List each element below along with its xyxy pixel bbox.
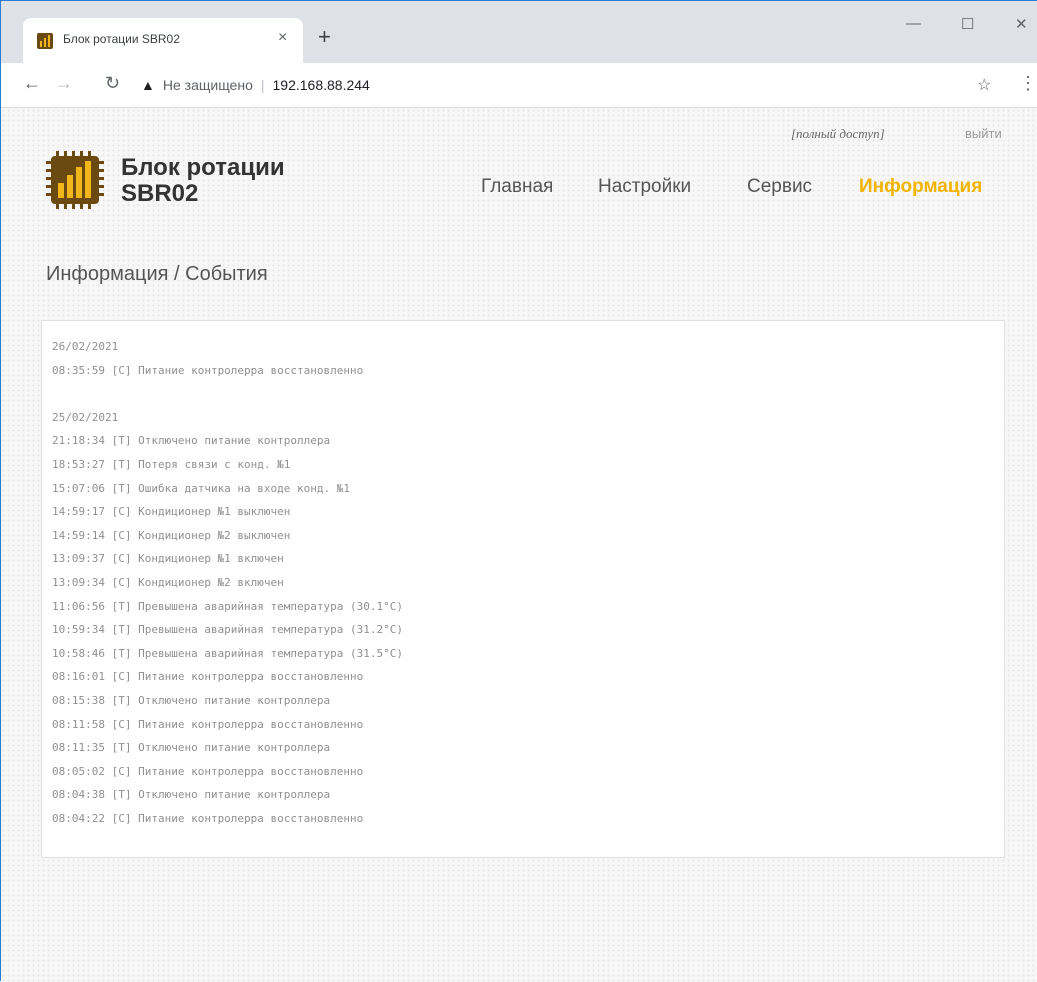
event-row: 18:53:27 [T] Потеря связи с конд. №1: [52, 457, 291, 471]
event-row: 08:05:02 [C] Питание контролерра восстан…: [52, 764, 364, 778]
event-row: 14:59:17 [C] Кондиционер №1 выключен: [52, 505, 291, 519]
event-row: 08:04:38 [T] Отключено питание контролле…: [52, 788, 331, 802]
nav-item-service[interactable]: Сервис: [747, 176, 812, 198]
url-text[interactable]: 192.168.88.244: [273, 77, 370, 93]
forward-arrow-icon[interactable]: →: [55, 73, 73, 94]
breadcrumb: Информация / События: [46, 263, 268, 285]
event-row: 13:09:37 [C] Кондиционер №1 включен: [52, 552, 284, 566]
event-row: 13:09:34 [C] Кондиционер №2 включен: [52, 575, 284, 589]
address-toolbar: ← → ↻ ▲ Не защищено | 192.168.88.244 ☆ ⋮: [1, 63, 1037, 108]
new-tab-button[interactable]: +: [318, 26, 331, 48]
event-row: 10:58:46 [T] Превышена аварийная темпера…: [52, 646, 403, 660]
tab-title: Блок ротации SBR02: [63, 32, 180, 46]
event-row: 08:11:58 [C] Питание контролерра восстан…: [52, 717, 364, 731]
browser-window: Блок ротации SBR02 × + — ☐ ✕ ← → ↻ ▲ Не …: [0, 0, 1037, 982]
events-log: 26/02/2021 08:35:59 [C] Питание контроле…: [41, 320, 1005, 858]
brand-line2: SBR02: [121, 180, 199, 207]
reload-icon[interactable]: ↻: [105, 73, 120, 94]
event-row: 08:11:35 [T] Отключено питание контролле…: [52, 741, 331, 755]
event-row: 08:35:59 [C] Питание контролерра восстан…: [52, 363, 364, 377]
url-separator: |: [260, 77, 265, 93]
event-row: 08:04:22 [C] Питание контролерра восстан…: [52, 811, 364, 825]
event-row: 08:16:01 [C] Питание контролерра восстан…: [52, 670, 364, 684]
star-icon[interactable]: ☆: [977, 75, 991, 95]
event-date: 26/02/2021: [52, 340, 119, 353]
nav-item-home[interactable]: Главная: [481, 176, 553, 198]
not-secure-label[interactable]: Не защищено: [163, 77, 253, 93]
address-bar[interactable]: ▲ Не защищено | 192.168.88.244: [141, 71, 971, 99]
warning-icon[interactable]: ▲: [141, 77, 155, 93]
event-row: 14:59:14 [C] Кондиционер №2 выключен: [52, 528, 291, 542]
nav-item-info[interactable]: Информация: [859, 176, 982, 198]
browser-tab[interactable]: Блок ротации SBR02 ×: [23, 18, 303, 63]
event-row: 21:18:34 [T] Отключено питание контролле…: [52, 434, 331, 448]
event-row: 15:07:06 [T] Ошибка датчика на входе кон…: [52, 481, 351, 495]
event-date: 25/02/2021: [52, 410, 119, 424]
brand-line1: Блок ротации: [121, 154, 285, 181]
back-arrow-icon[interactable]: ←: [23, 73, 41, 94]
event-row: 08:15:38 [T] Отключено питание контролле…: [52, 693, 331, 707]
access-level: [полный доступ]: [791, 126, 885, 141]
tab-close-icon[interactable]: ×: [278, 29, 287, 47]
close-window-button[interactable]: ✕: [1015, 15, 1028, 33]
maximize-button[interactable]: ☐: [961, 15, 974, 33]
minimize-button[interactable]: —: [906, 15, 921, 32]
menu-dots-icon[interactable]: ⋮: [1019, 73, 1037, 94]
tab-strip: Блок ротации SBR02 × + — ☐ ✕: [1, 1, 1037, 63]
nav-item-settings[interactable]: Настройки: [598, 176, 691, 198]
brand-title[interactable]: Блок ротации SBR02: [121, 155, 285, 207]
favicon-icon: [37, 33, 53, 49]
page-content: [полный доступ] выйти Блок ротации SBR02…: [1, 108, 1037, 982]
event-row: 11:06:56 [T] Превышена аварийная темпера…: [52, 599, 403, 613]
logout-link[interactable]: выйти: [965, 126, 1002, 141]
logo-icon: [46, 151, 104, 209]
event-row: 10:59:34 [T] Превышена аварийная темпера…: [52, 623, 403, 637]
